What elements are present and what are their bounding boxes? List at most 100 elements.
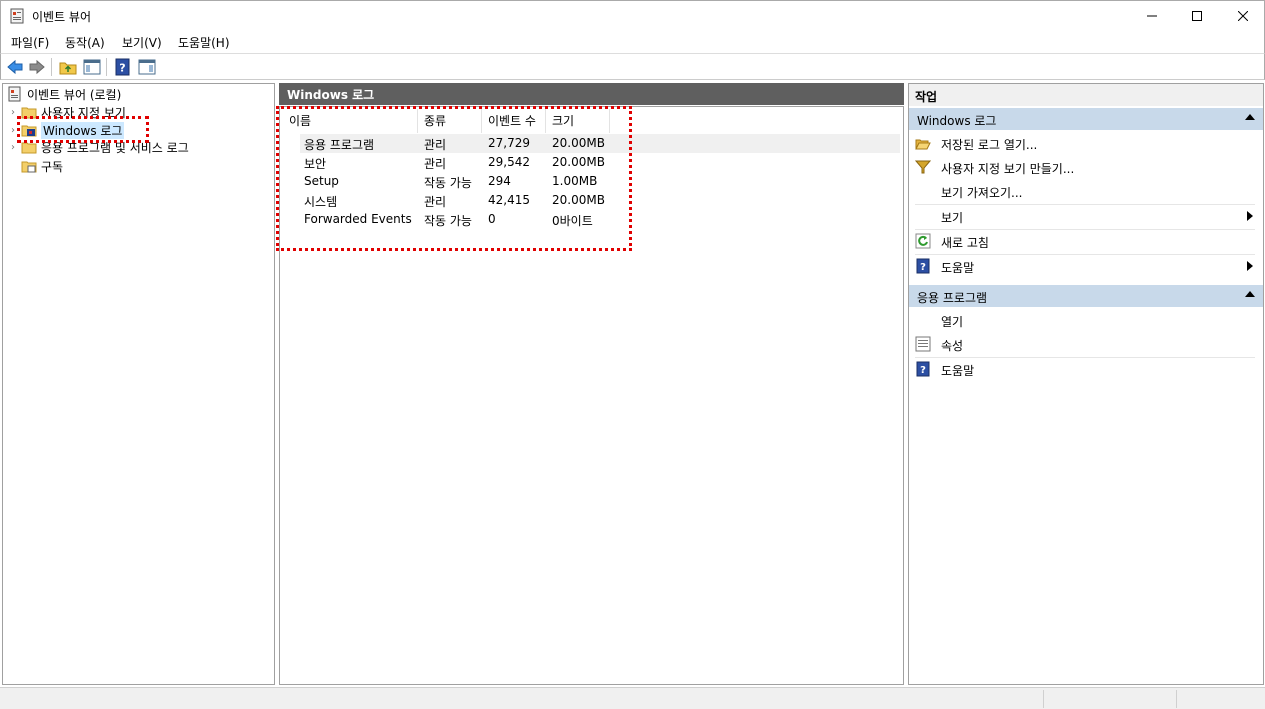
toolbar-separator <box>106 58 107 76</box>
action-label: 저장된 로그 열기... <box>941 138 1038 152</box>
chevron-right-icon[interactable]: › <box>11 142 21 153</box>
tree-root[interactable]: 이벤트 뷰어 (로컬) <box>7 85 121 103</box>
open-folder-icon <box>915 139 931 150</box>
cell-type: 관리 <box>424 138 447 152</box>
action-label: 열기 <box>941 315 964 329</box>
action-open[interactable]: 열기 <box>909 309 1263 331</box>
toolbar-separator <box>51 58 52 76</box>
action-label: 속성 <box>941 339 964 353</box>
help-icon[interactable]: ? <box>114 58 132 76</box>
minimize-button[interactable] <box>1129 1 1175 31</box>
action-help[interactable]: ? 도움말 <box>909 255 1263 277</box>
maximize-button[interactable] <box>1174 1 1220 31</box>
action-help-2[interactable]: ? 도움말 <box>909 358 1263 380</box>
chevron-right-icon[interactable]: › <box>11 107 21 118</box>
help-icon: ? <box>916 258 930 274</box>
tree-item-custom-views[interactable]: › 사용자 지정 보기 <box>11 103 126 121</box>
action-properties[interactable]: 속성 <box>909 333 1263 355</box>
cell-size: 20.00MB <box>552 193 605 207</box>
column-header-type[interactable]: 종류 <box>424 112 446 129</box>
status-divider <box>1043 690 1044 708</box>
subscriptions-icon <box>21 161 37 173</box>
cell-name: 응용 프로그램 <box>304 138 375 152</box>
tree-item-app-service-logs[interactable]: › 응용 프로그램 및 서비스 로그 <box>11 138 189 156</box>
windows-logs-icon <box>21 125 37 137</box>
cell-type: 관리 <box>424 157 447 171</box>
column-header-name[interactable]: 이름 <box>289 112 311 129</box>
submenu-arrow-icon <box>1247 261 1253 271</box>
table-row[interactable]: Forwarded Events 작동 가능 0 0바이트 <box>300 210 900 229</box>
column-header-size[interactable]: 크기 <box>552 112 574 129</box>
collapse-icon[interactable] <box>1245 291 1255 297</box>
section-label: Windows 로그 <box>917 114 997 128</box>
tree-item-windows-logs[interactable]: › Windows 로그 <box>11 121 125 139</box>
action-open-saved-log[interactable]: 저장된 로그 열기... <box>909 132 1263 154</box>
tree-item-label: Windows 로그 <box>41 121 125 139</box>
action-create-custom-view[interactable]: 사용자 지정 보기 만들기... <box>909 156 1263 178</box>
menu-help[interactable]: 도움말(H) <box>178 34 230 51</box>
actions-section-application[interactable]: 응용 프로그램 <box>909 285 1263 307</box>
column-divider[interactable] <box>545 109 546 133</box>
svg-text:?: ? <box>119 62 125 75</box>
svg-text:?: ? <box>920 262 926 273</box>
submenu-arrow-icon <box>1247 211 1253 221</box>
back-arrow-icon[interactable] <box>6 58 24 76</box>
cell-type: 작동 가능 <box>424 176 472 190</box>
cell-count: 27,729 <box>488 136 530 150</box>
show-hide-tree-icon[interactable] <box>83 58 101 76</box>
action-import-view[interactable]: 보기 가져오기... <box>909 180 1263 202</box>
cell-count: 294 <box>488 174 511 188</box>
show-hide-action-icon[interactable] <box>138 58 156 76</box>
folder-up-icon[interactable] <box>59 58 77 76</box>
cell-size: 20.00MB <box>552 136 605 150</box>
status-divider <box>1176 690 1177 708</box>
tree-item-subscriptions[interactable]: 구독 <box>21 157 63 175</box>
menu-action[interactable]: 동작(A) <box>65 34 105 51</box>
chevron-right-icon[interactable]: › <box>11 125 21 136</box>
close-icon <box>1238 11 1248 21</box>
action-label: 새로 고침 <box>941 236 989 250</box>
action-label: 도움말 <box>941 364 975 378</box>
cell-name: 보안 <box>304 157 327 171</box>
cell-type: 관리 <box>424 195 447 209</box>
section-label: 응용 프로그램 <box>917 291 988 305</box>
tree-root-label: 이벤트 뷰어 (로컬) <box>27 87 122 102</box>
cell-name: Setup <box>304 174 339 188</box>
action-view[interactable]: 보기 <box>909 205 1263 227</box>
title-bar: 이벤트 뷰어 <box>0 0 1265 31</box>
properties-icon <box>915 336 931 352</box>
table-row[interactable]: 시스템 관리 42,415 20.00MB <box>300 191 900 210</box>
cell-count: 42,415 <box>488 193 530 207</box>
column-header-count[interactable]: 이벤트 수 <box>488 112 536 129</box>
column-divider[interactable] <box>481 109 482 133</box>
cell-name: 시스템 <box>304 195 338 209</box>
cell-name: Forwarded Events <box>304 212 412 226</box>
table-row[interactable]: 보안 관리 29,542 20.00MB <box>300 153 900 172</box>
actions-title: 작업 <box>909 84 1263 106</box>
menu-file[interactable]: 파일(F) <box>11 34 49 51</box>
column-divider[interactable] <box>609 109 610 133</box>
folder-icon <box>21 142 37 154</box>
actions-pane: 작업 Windows 로그 저장된 로그 열기... 사용자 지정 보기 만들기… <box>908 83 1264 685</box>
tree-item-label: 응용 프로그램 및 서비스 로그 <box>41 140 189 155</box>
cell-size: 1.00MB <box>552 174 598 188</box>
tree-item-label: 구독 <box>41 159 64 174</box>
toolbar: ? <box>0 53 1265 80</box>
cell-size: 20.00MB <box>552 155 605 169</box>
action-label: 보기 <box>941 211 964 225</box>
results-pane: Windows 로그 이름 종류 이벤트 수 크기 응용 프로그램 관리 27,… <box>279 83 904 685</box>
menu-view[interactable]: 보기(V) <box>122 34 162 51</box>
actions-section-windows-logs[interactable]: Windows 로그 <box>909 108 1263 130</box>
forward-arrow-icon[interactable] <box>28 58 46 76</box>
table-row[interactable]: 응용 프로그램 관리 27,729 20.00MB <box>300 134 900 153</box>
close-button[interactable] <box>1220 1 1265 31</box>
collapse-icon[interactable] <box>1245 114 1255 120</box>
maximize-icon <box>1192 11 1202 21</box>
action-refresh[interactable]: 새로 고침 <box>909 230 1263 252</box>
window-title: 이벤트 뷰어 <box>32 10 92 24</box>
cell-count: 0 <box>488 212 496 226</box>
cell-size: 0바이트 <box>552 214 593 228</box>
action-label: 보기 가져오기... <box>941 186 1023 200</box>
table-row[interactable]: Setup 작동 가능 294 1.00MB <box>300 172 900 191</box>
column-divider[interactable] <box>417 109 418 133</box>
